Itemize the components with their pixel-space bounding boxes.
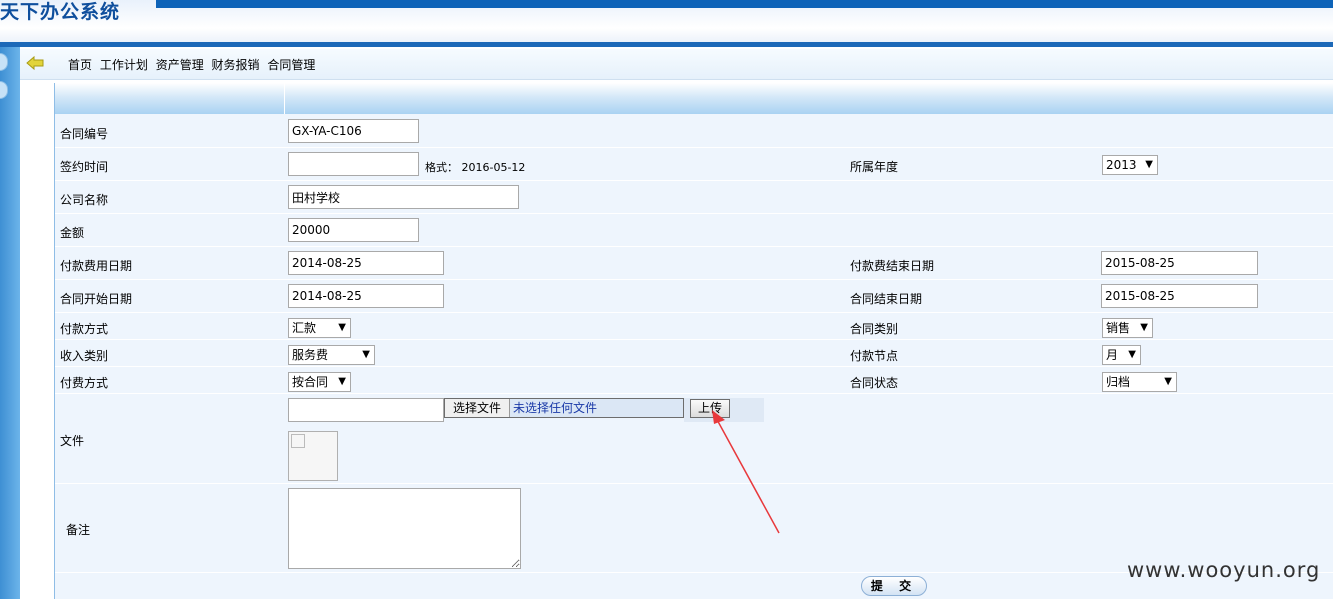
app-title: 天下办公系统 [0,1,121,23]
pay-start-label: 付款费用日期 [60,259,133,273]
left-sidebar-strip [0,47,20,599]
dropdown-arrow-icon: ▼ [338,322,346,333]
dropdown-arrow-icon: ▼ [1164,376,1172,387]
annotation-arrow-icon [712,410,780,534]
contract-status-value: 归档 [1106,375,1131,389]
form-row [55,181,1333,214]
contract-status-select[interactable]: 归档 ▼ [1102,372,1177,392]
dropdown-arrow-icon: ▼ [338,376,346,387]
date-format-hint: 格式： 2016-05-12 [425,161,526,174]
contract-type-select[interactable]: 销售 ▼ [1102,318,1153,338]
dropdown-arrow-icon: ▼ [1140,322,1148,333]
nav-link-work-plan[interactable]: 工作计划 [100,58,148,72]
pay-start-input[interactable] [288,251,444,275]
broken-image-icon [288,431,338,481]
sign-time-input[interactable] [288,152,419,176]
amount-input[interactable] [288,218,419,242]
file-path-input[interactable] [288,398,444,422]
contract-end-input[interactable] [1101,284,1258,308]
income-type-select[interactable]: 服务费 ▼ [288,345,375,365]
year-label: 所属年度 [850,160,899,174]
sign-time-label: 签约时间 [60,160,109,174]
form-header-band [55,83,1333,114]
form-row [55,114,1333,148]
pay-method-label: 付款方式 [60,322,109,336]
year-select-value: 2013 [1106,158,1137,172]
header-bottom-bar [0,42,1333,47]
contract-type-label: 合同类别 [850,322,899,336]
file-chooser[interactable]: 选择文件 未选择任何文件 [444,398,684,418]
choose-file-button[interactable]: 选择文件 [445,399,510,417]
breadcrumb: 首页 工作计划 资产管理 财务报销 合同管理 [68,56,319,73]
company-input[interactable] [288,185,519,209]
remark-textarea[interactable] [288,488,521,569]
company-label: 公司名称 [60,193,109,207]
back-arrow-icon[interactable] [26,55,44,71]
fee-method-value: 按合同 [292,375,329,389]
dropdown-arrow-icon: ▼ [1145,159,1153,170]
header-top-bar [156,0,1333,8]
dropdown-arrow-icon: ▼ [1128,349,1136,360]
nav-link-contracts[interactable]: 合同管理 [267,58,315,72]
sidebar-toggle-tab[interactable] [0,53,8,71]
pay-method-select[interactable]: 汇款 ▼ [288,318,351,338]
submit-button[interactable]: 提 交 [861,576,927,596]
watermark-text: www.wooyun.org [1127,558,1321,582]
contract-no-input[interactable] [288,119,419,143]
contract-type-value: 销售 [1106,321,1131,335]
income-type-value: 服务费 [292,348,329,362]
no-file-chosen-text: 未选择任何文件 [513,401,598,415]
fee-method-select[interactable]: 按合同 ▼ [288,372,351,392]
pay-node-select[interactable]: 月 ▼ [1102,345,1141,365]
pay-method-value: 汇款 [292,321,317,335]
contract-end-label: 合同结束日期 [850,292,923,306]
nav-link-assets[interactable]: 资产管理 [156,58,204,72]
pay-node-value: 月 [1106,348,1119,362]
nav-link-home[interactable]: 首页 [68,58,92,72]
income-type-label: 收入类别 [60,349,109,363]
file-label: 文件 [60,434,85,448]
sidebar-toggle-tab[interactable] [0,81,8,99]
form-row [55,340,1333,367]
contract-status-label: 合同状态 [850,376,899,390]
nav-bar: 首页 工作计划 资产管理 财务报销 合同管理 [20,49,1333,80]
amount-label: 金额 [60,226,85,240]
dropdown-arrow-icon: ▼ [362,349,370,360]
contract-start-label: 合同开始日期 [60,292,133,306]
remark-label: 备注 [66,523,91,537]
year-select[interactable]: 2013 ▼ [1102,155,1158,175]
pay-node-label: 付款节点 [850,349,899,363]
nav-link-reimburse[interactable]: 财务报销 [212,58,260,72]
app-header: 天下办公系统 [0,0,1333,47]
fee-method-label: 付费方式 [60,376,109,390]
form-row [55,214,1333,247]
contract-no-label: 合同编号 [60,127,109,141]
contract-form-panel: 合同编号 签约时间 格式： 2016-05-12 所属年度 2013 ▼ 公司名称… [54,83,1333,599]
pay-end-input[interactable] [1101,251,1258,275]
pay-end-label: 付款费结束日期 [850,259,935,273]
contract-start-input[interactable] [288,284,444,308]
